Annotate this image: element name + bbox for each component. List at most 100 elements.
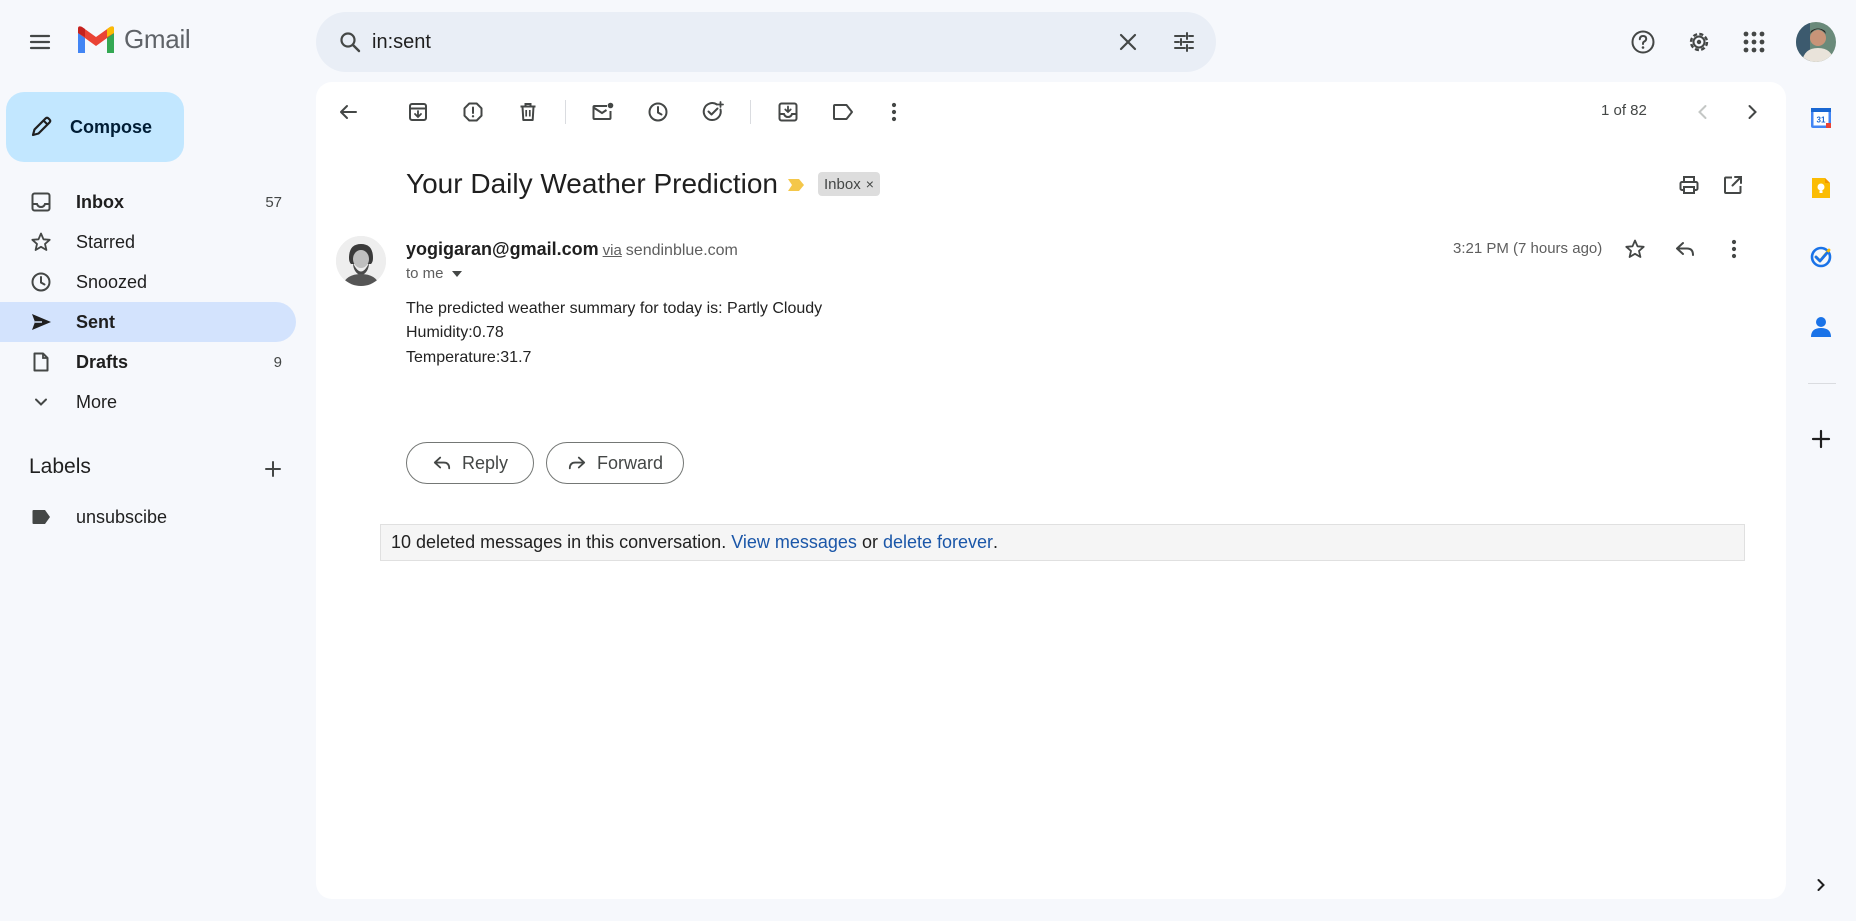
sidebar-item-drafts[interactable]: Drafts 9: [0, 342, 296, 382]
notice-end: .: [993, 532, 999, 552]
forward-label: Forward: [596, 452, 663, 473]
user-photo-icon: [1796, 22, 1836, 62]
search-icon: [340, 32, 361, 53]
reply-icon-button[interactable]: [1665, 229, 1705, 269]
reply-icon: [433, 456, 451, 470]
message-body-line: The predicted weather summary for today …: [406, 300, 823, 317]
sidebar-label-name: unsubscibe: [76, 506, 168, 527]
calendar-button[interactable]: 31: [1801, 98, 1841, 138]
get-addons-button[interactable]: [1801, 419, 1841, 459]
sidebar-label-unsubscibe[interactable]: unsubscibe: [0, 497, 296, 537]
account-avatar[interactable]: [1796, 22, 1836, 62]
star-button[interactable]: [1615, 229, 1655, 269]
forward-icon: [568, 456, 586, 470]
settings-button[interactable]: [1679, 22, 1719, 62]
message-view: 1 of 82 Your Daily Weather Prediction In…: [316, 82, 1786, 899]
notice-or: or: [856, 532, 883, 552]
gmail-logo[interactable]: Gmail: [76, 24, 191, 55]
contacts-button[interactable]: [1801, 307, 1841, 347]
tasks-button[interactable]: [1801, 237, 1841, 277]
search-options-button[interactable]: [1164, 22, 1204, 62]
deleted-messages-notice: 10 deleted messages in this conversation…: [380, 524, 1745, 561]
sidebar-item-label: Starred: [76, 231, 136, 252]
view-messages-link[interactable]: View messages: [731, 532, 857, 553]
chevron-down-icon: [35, 398, 47, 406]
message-body-line: Humidity:0.78: [406, 324, 504, 341]
older-button[interactable]: [1732, 92, 1772, 132]
add-to-tasks-button[interactable]: [693, 92, 733, 132]
open-new-window-button[interactable]: [1713, 165, 1753, 205]
chevron-right-icon: [1748, 105, 1757, 119]
delete-forever-link[interactable]: delete forever: [883, 532, 993, 553]
sidebar-item-label: Drafts: [76, 351, 129, 372]
print-all-button[interactable]: [1669, 165, 1709, 205]
search-bar: [316, 12, 1216, 72]
delete-button[interactable]: [508, 92, 548, 132]
hamburger-icon: [29, 34, 51, 50]
more-vert-icon: [891, 102, 897, 122]
sender-avatar[interactable]: [336, 236, 386, 286]
via-domain: sendinblue.com: [625, 242, 738, 259]
show-side-panel-button[interactable]: [1801, 865, 1841, 905]
compose-label: Compose: [70, 116, 153, 137]
label-chip-inbox: Inbox ×: [818, 172, 880, 196]
more-actions-button[interactable]: [874, 92, 914, 132]
plus-icon: [1811, 429, 1831, 449]
apps-grid-icon: [1743, 31, 1765, 53]
move-to-button[interactable]: [768, 92, 808, 132]
main-menu-button[interactable]: [20, 22, 60, 62]
remove-label-button[interactable]: ×: [866, 176, 874, 192]
sidebar-item-starred[interactable]: Starred: [0, 222, 296, 262]
more-message-options-button[interactable]: [1714, 229, 1754, 269]
sidebar-item-sent[interactable]: Sent: [0, 302, 296, 342]
google-apps-button[interactable]: [1734, 22, 1774, 62]
star-icon: [1625, 239, 1645, 258]
print-icon: [1679, 176, 1699, 194]
report-spam-button[interactable]: [453, 92, 493, 132]
toolbar-divider: [565, 100, 566, 124]
archive-button[interactable]: [398, 92, 438, 132]
importance-marker[interactable]: [787, 178, 805, 192]
important-icon: [788, 179, 804, 191]
gear-icon: [1689, 32, 1709, 52]
help-icon: [1631, 30, 1655, 54]
via-link[interactable]: via: [603, 242, 622, 259]
reply-icon: [1676, 242, 1694, 256]
sidebar-item-more[interactable]: More: [0, 382, 296, 422]
clear-search-button[interactable]: [1108, 22, 1148, 62]
snooze-button[interactable]: [638, 92, 678, 132]
search-button[interactable]: [330, 22, 370, 62]
create-label-button[interactable]: [253, 449, 293, 489]
sidebar-item-snoozed[interactable]: Snoozed: [0, 262, 296, 302]
keep-button[interactable]: [1801, 168, 1841, 208]
mark-unread-button[interactable]: [583, 92, 623, 132]
tune-icon: [1174, 32, 1194, 52]
caret-down-icon: [451, 270, 462, 277]
calendar-icon: 31: [1811, 108, 1831, 128]
back-button[interactable]: [328, 92, 368, 132]
sender-line: yogigaran@gmail.com via sendinblue.com: [406, 239, 738, 260]
message-timestamp: 3:21 PM (7 hours ago): [1453, 240, 1603, 257]
chevron-right-icon: [1817, 879, 1825, 891]
add-task-icon: [702, 101, 724, 121]
trash-icon: [520, 103, 536, 121]
inbox-icon: [31, 192, 51, 212]
unread-count: 57: [265, 193, 282, 211]
star-icon: [31, 232, 51, 251]
compose-button[interactable]: Compose: [6, 92, 184, 162]
newer-button[interactable]: [1683, 92, 1723, 132]
forward-button[interactable]: Forward: [546, 442, 684, 484]
sender-email[interactable]: yogigaran@gmail.com: [406, 239, 599, 259]
show-details-button[interactable]: [451, 270, 462, 277]
rail-divider: [1808, 383, 1836, 384]
support-button[interactable]: [1623, 22, 1663, 62]
reply-label: Reply: [461, 452, 509, 473]
move-to-inbox-icon: [778, 102, 798, 122]
report-icon: [463, 102, 483, 122]
keep-icon: [1812, 178, 1830, 198]
search-input[interactable]: [372, 26, 1112, 58]
sidebar-item-inbox[interactable]: Inbox 57: [0, 182, 296, 222]
reply-button[interactable]: Reply: [406, 442, 534, 484]
labels-button[interactable]: [823, 92, 863, 132]
plus-icon: [265, 461, 281, 477]
